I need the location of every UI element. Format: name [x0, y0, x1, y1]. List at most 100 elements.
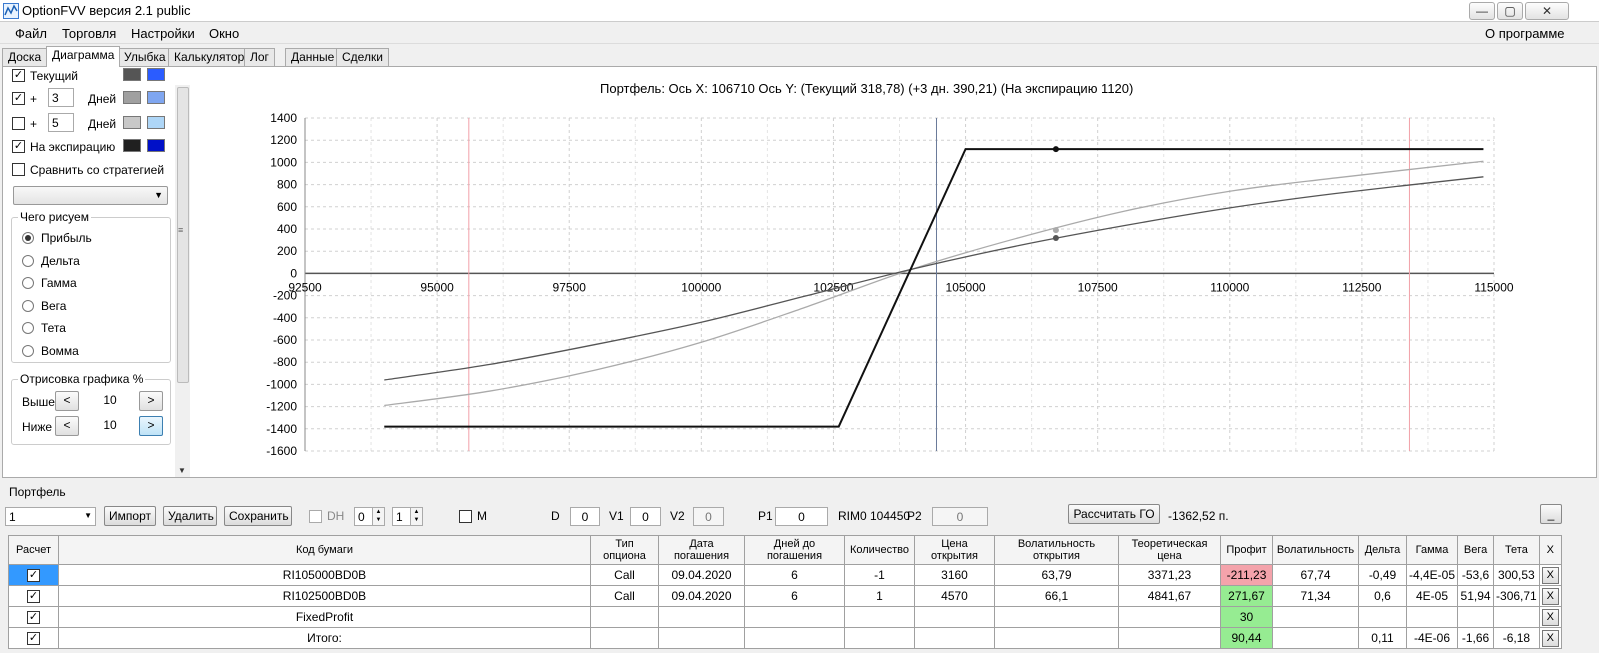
cell-code: RI105000BD0B [58, 564, 591, 586]
collapse-button[interactable]: _ [1540, 504, 1562, 524]
cell-delta [1358, 606, 1407, 628]
col-header-days-left[interactable]: Дней до погашения [744, 535, 845, 565]
cell-remove[interactable]: X [1538, 606, 1562, 628]
calc-checkbox[interactable]: ✓ [27, 611, 40, 625]
p1-input[interactable]: 0 [775, 507, 828, 526]
go-value: -1362,52 п. [1168, 509, 1229, 523]
d-label: D [551, 509, 560, 523]
table-row[interactable]: ✓ FixedProfit 30 X [8, 606, 1562, 628]
remove-row-button[interactable]: X [1541, 587, 1559, 605]
cell-vega: -1,66 [1457, 627, 1495, 649]
cell-profit: 30 [1220, 606, 1273, 628]
tab-diagram[interactable]: Диаграмма [46, 46, 121, 67]
cell-theo-price [1118, 606, 1221, 628]
calc-checkbox[interactable]: ✓ [27, 632, 40, 646]
import-button[interactable]: Импорт [104, 506, 156, 526]
x-tick-label: 95000 [420, 280, 454, 294]
x-tick-label: 110000 [1210, 280, 1249, 294]
cell-days-left [744, 606, 845, 628]
col-header-vega[interactable]: Вега [1457, 535, 1495, 565]
table-row[interactable]: ✓ RI105000BD0B Call 09.04.2020 6 -1 3160 63,79 3… [8, 564, 1562, 586]
cell-vega: -53,6 [1457, 564, 1495, 586]
cell-days-left: 6 [744, 564, 845, 586]
col-header-open-price[interactable]: Цена открытия [914, 535, 995, 565]
v1-input[interactable]: 0 [630, 507, 661, 526]
col-header-profit[interactable]: Профит [1220, 535, 1273, 565]
delete-button[interactable]: Удалить [163, 506, 217, 526]
y-tick-label: 1200 [270, 133, 297, 147]
cell-remove[interactable]: X [1538, 627, 1562, 649]
x-tick-label: 97500 [553, 280, 587, 294]
cell-theta: -306,71 [1493, 585, 1540, 607]
y-tick-label: -1400 [266, 422, 297, 436]
calc-checkbox[interactable]: ✓ [27, 590, 40, 604]
table-row[interactable]: ✓ Итого: 90,44 0,11 -4E-06 -1,66 -6,18 X [8, 627, 1562, 649]
cell-quantity [844, 606, 915, 628]
table-row[interactable]: ✓ RI102500BD0B Call 09.04.2020 6 1 4570 66,1 484… [8, 585, 1562, 607]
col-header-theta[interactable]: Тета [1493, 535, 1540, 565]
y-tick-label: -400 [273, 311, 297, 325]
remove-row-button[interactable]: X [1541, 629, 1559, 647]
remove-row-button[interactable]: X [1541, 608, 1559, 626]
cell-theo-price [1118, 627, 1221, 649]
col-header-gamma[interactable]: Гамма [1405, 535, 1459, 565]
y-tick-label: -1600 [266, 444, 297, 458]
spin2-input[interactable]: 1 [392, 507, 412, 526]
col-header-vol[interactable]: Волатильность [1272, 535, 1359, 565]
table-empty-area [0, 653, 1599, 669]
cell-calc[interactable]: ✓ [8, 606, 59, 628]
cell-delta: -0,49 [1358, 564, 1407, 586]
cell-calc[interactable]: ✓ [8, 585, 59, 607]
spin1-arrows-icon[interactable]: ▲ ▼ [372, 507, 385, 526]
cell-quantity: 1 [844, 585, 915, 607]
cell-gamma: 4E-05 [1405, 585, 1459, 607]
x-tick-label: 107500 [1078, 280, 1118, 294]
d-input[interactable]: 0 [570, 507, 600, 526]
col-header-open-vol[interactable]: Волатильность открытия [994, 535, 1119, 565]
cell-open-price [914, 606, 995, 628]
col-header-type[interactable]: Тип опциона [590, 535, 659, 565]
col-header-expiry-date[interactable]: Дата погашения [658, 535, 745, 565]
cell-vega: 51,94 [1457, 585, 1495, 607]
cell-calc[interactable]: ✓ [8, 564, 59, 586]
y-tick-label: -1000 [266, 377, 297, 391]
portfolio-select[interactable]: 1 ▼ [5, 507, 96, 526]
y-tick-label: -600 [273, 333, 297, 347]
cell-expiry-date: 09.04.2020 [658, 585, 745, 607]
spin2-arrows-icon[interactable]: ▲ ▼ [410, 507, 423, 526]
col-header-calc[interactable]: Расчет [8, 535, 59, 565]
cell-vol [1272, 627, 1359, 649]
col-header-theo-price[interactable]: Теоретическая цена [1118, 535, 1221, 565]
cell-vol [1272, 606, 1359, 628]
cell-delta: 0,6 [1358, 585, 1407, 607]
col-header-quantity[interactable]: Количество [844, 535, 915, 565]
cell-calc[interactable]: ✓ [8, 627, 59, 649]
m-checkbox[interactable] [459, 510, 472, 523]
cell-remove[interactable]: X [1538, 585, 1562, 607]
spin1-input[interactable]: 0 [354, 507, 374, 526]
x-tick-label: 92500 [288, 280, 322, 294]
series-marker-0 [1052, 146, 1059, 153]
cell-days-left: 6 [744, 585, 845, 607]
v1-label: V1 [609, 509, 624, 523]
save-button[interactable]: Сохранить [224, 506, 292, 526]
col-header-code[interactable]: Код бумаги [58, 535, 591, 565]
x-tick-label: 112500 [1342, 280, 1381, 294]
series-line-2 [384, 160, 1484, 407]
cell-expiry-date [658, 606, 745, 628]
p2-input[interactable]: 0 [932, 507, 988, 526]
col-header-delta[interactable]: Дельта [1358, 535, 1407, 565]
cell-quantity: -1 [844, 564, 915, 586]
cell-theo-price: 4841,67 [1118, 585, 1221, 607]
cell-code: FixedProfit [58, 606, 591, 628]
v2-input[interactable]: 0 [693, 507, 724, 526]
remove-row-button[interactable]: X [1541, 566, 1559, 584]
calc-go-button[interactable]: Рассчитать ГО [1068, 504, 1160, 524]
cell-open-price: 3160 [914, 564, 995, 586]
portfolio-select-value: 1 [9, 510, 16, 524]
cell-profit: -211,23 [1220, 564, 1273, 586]
cell-remove[interactable]: X [1538, 564, 1562, 586]
dh-checkbox[interactable] [309, 510, 322, 523]
calc-checkbox[interactable]: ✓ [27, 569, 40, 583]
p2-label: P2 [907, 509, 922, 523]
